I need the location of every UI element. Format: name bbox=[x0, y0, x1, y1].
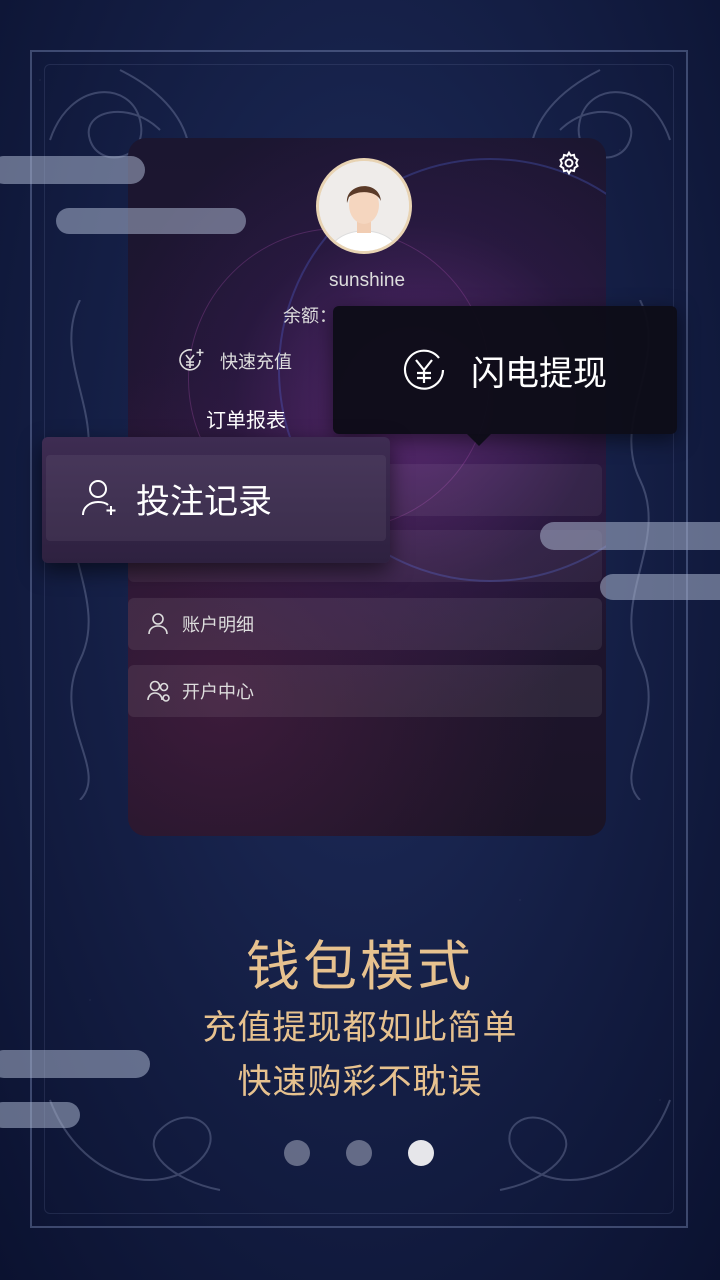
username: sunshine bbox=[328, 270, 406, 291]
bet-records-label: 投注记录 bbox=[136, 481, 272, 522]
settings-gear-icon[interactable] bbox=[556, 150, 582, 176]
yen-circle-icon bbox=[403, 349, 445, 390]
page-dot-active[interactable] bbox=[408, 1140, 434, 1166]
bet-records-item[interactable]: 投注记录 bbox=[46, 455, 386, 541]
order-report-link[interactable]: 订单报表 bbox=[206, 404, 286, 433]
promo-subtitle-1: 充值提现都如此简单 bbox=[202, 1008, 518, 1048]
quick-recharge-button[interactable]: 快速充值 bbox=[176, 346, 292, 376]
users-icon bbox=[147, 680, 170, 702]
promo-subtitle-2: 快速购彩不耽误 bbox=[237, 1062, 483, 1102]
flash-withdraw-label: 闪电提现 bbox=[471, 353, 607, 394]
user-add-icon bbox=[82, 480, 116, 516]
quick-recharge-label: 快速充值 bbox=[220, 352, 292, 373]
menu-item-account-opening[interactable]: 开户中心 bbox=[128, 665, 602, 717]
bet-records-popup[interactable]: 投注记录 bbox=[42, 437, 390, 563]
cloud-decoration bbox=[600, 574, 720, 600]
menu-item-label: 开户中心 bbox=[182, 682, 254, 703]
page-dot[interactable] bbox=[284, 1140, 310, 1166]
menu-item-account-details[interactable]: 账户明细 bbox=[128, 598, 602, 650]
promo-headline: 钱包模式 bbox=[246, 935, 474, 998]
page-dot[interactable] bbox=[346, 1140, 372, 1166]
yen-plus-icon bbox=[179, 349, 204, 371]
cloud-decoration bbox=[0, 156, 145, 184]
cloud-decoration bbox=[0, 1102, 80, 1128]
flash-withdraw-popup[interactable]: 闪电提现 bbox=[333, 306, 677, 446]
popup-pointer bbox=[467, 434, 491, 446]
user-icon bbox=[148, 613, 168, 635]
balance-label: 余额： bbox=[283, 306, 337, 327]
page-indicator bbox=[284, 1140, 434, 1166]
avatar[interactable] bbox=[316, 158, 412, 254]
cloud-decoration bbox=[56, 208, 246, 234]
menu-item-label: 账户明细 bbox=[182, 615, 254, 636]
cloud-decoration bbox=[540, 522, 720, 550]
